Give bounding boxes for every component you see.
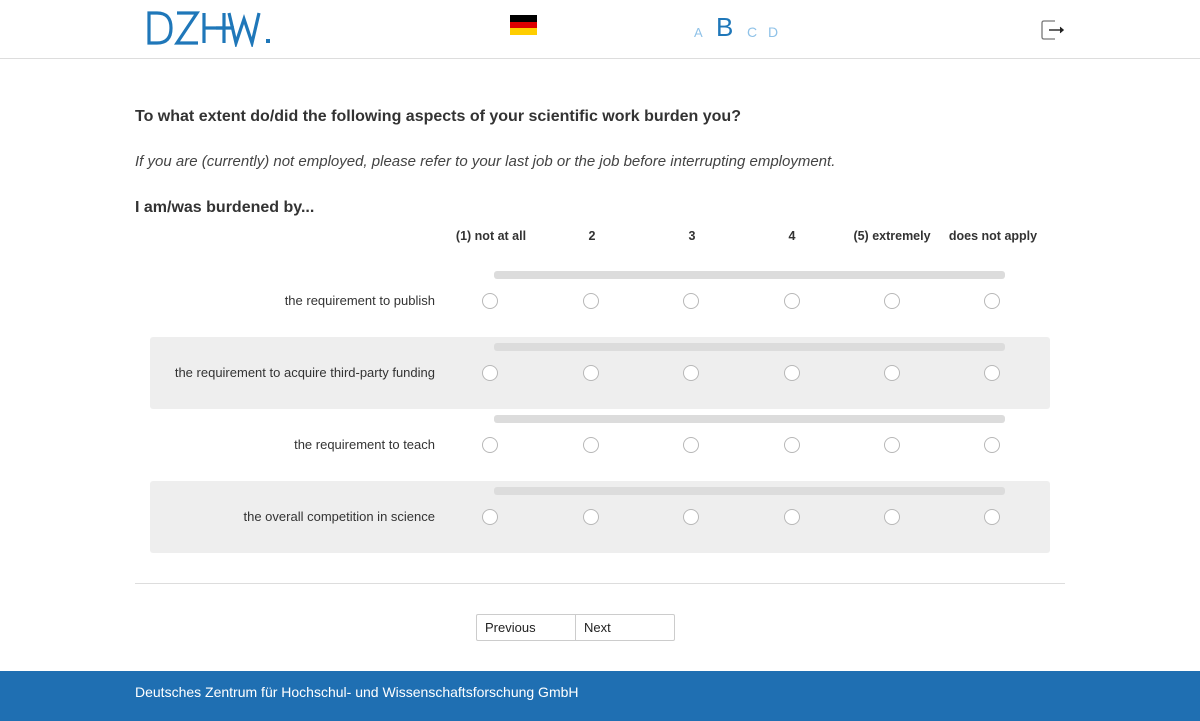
radio-publish-5[interactable] xyxy=(884,293,900,309)
scale-header-na: does not apply xyxy=(948,229,1038,243)
row-scale-bar xyxy=(494,343,1005,351)
scale-header-5: (5) extremely xyxy=(853,229,931,243)
radio-competition-1[interactable] xyxy=(482,509,498,525)
radio-funding-4[interactable] xyxy=(784,365,800,381)
radio-competition-3[interactable] xyxy=(683,509,699,525)
footer-text: Deutsches Zentrum für Hochschul- und Wis… xyxy=(135,684,579,700)
radio-teach-3[interactable] xyxy=(683,437,699,453)
flag-stripe-black xyxy=(510,15,537,22)
radio-publish-4[interactable] xyxy=(784,293,800,309)
font-size-b[interactable]: B xyxy=(716,12,733,43)
matrix-row-teach: the requirement to teach xyxy=(150,409,1050,481)
font-size-c[interactable]: C xyxy=(747,24,757,40)
radio-funding-1[interactable] xyxy=(482,365,498,381)
radio-competition-na[interactable] xyxy=(984,509,1000,525)
dzhw-logo xyxy=(147,11,270,47)
radio-teach-4[interactable] xyxy=(784,437,800,453)
radio-competition-4[interactable] xyxy=(784,509,800,525)
row-scale-bar xyxy=(494,415,1005,423)
font-size-d[interactable]: D xyxy=(768,24,778,40)
question-title: To what extent do/did the following aspe… xyxy=(135,108,741,125)
row-label: the requirement to teach xyxy=(294,437,435,452)
flag-stripe-gold xyxy=(510,28,537,36)
matrix-row-publish: the requirement to publish xyxy=(150,265,1050,337)
matrix-row-competition: the overall competition in science xyxy=(150,481,1050,553)
radio-funding-na[interactable] xyxy=(984,365,1000,381)
language-flag-germany-icon[interactable] xyxy=(510,15,537,36)
font-size-selector: A B C D xyxy=(694,12,784,42)
radio-publish-1[interactable] xyxy=(482,293,498,309)
content-divider xyxy=(135,583,1065,584)
next-button[interactable]: Next xyxy=(575,614,675,641)
radio-teach-na[interactable] xyxy=(984,437,1000,453)
scale-header-1: (1) not at all xyxy=(455,229,527,243)
radio-publish-3[interactable] xyxy=(683,293,699,309)
radio-teach-5[interactable] xyxy=(884,437,900,453)
radio-funding-2[interactable] xyxy=(583,365,599,381)
scale-header-4: 4 xyxy=(788,229,796,243)
question-subheading: I am/was burdened by... xyxy=(135,199,315,216)
radio-competition-5[interactable] xyxy=(884,509,900,525)
radio-teach-1[interactable] xyxy=(482,437,498,453)
flag-stripe-red xyxy=(510,21,537,29)
scale-header-2: 2 xyxy=(588,229,596,243)
row-label: the requirement to acquire third-party f… xyxy=(174,365,435,380)
font-size-a[interactable]: A xyxy=(694,25,703,40)
row-scale-bar xyxy=(494,487,1005,495)
page-header: A B C D xyxy=(0,0,1200,59)
scale-header-3: 3 xyxy=(688,229,696,243)
radio-publish-2[interactable] xyxy=(583,293,599,309)
radio-teach-2[interactable] xyxy=(583,437,599,453)
previous-button[interactable]: Previous xyxy=(476,614,576,641)
radio-competition-2[interactable] xyxy=(583,509,599,525)
radio-funding-3[interactable] xyxy=(683,365,699,381)
row-label: the requirement to publish xyxy=(284,293,435,308)
radio-funding-5[interactable] xyxy=(884,365,900,381)
page-footer: Deutsches Zentrum für Hochschul- und Wis… xyxy=(0,671,1200,721)
row-scale-bar xyxy=(494,271,1005,279)
question-instruction: If you are (currently) not employed, ple… xyxy=(135,153,836,170)
exit-icon[interactable] xyxy=(1041,19,1065,41)
radio-publish-na[interactable] xyxy=(984,293,1000,309)
row-label: the overall competition in science xyxy=(243,509,436,524)
matrix-row-funding: the requirement to acquire third-party f… xyxy=(150,337,1050,409)
